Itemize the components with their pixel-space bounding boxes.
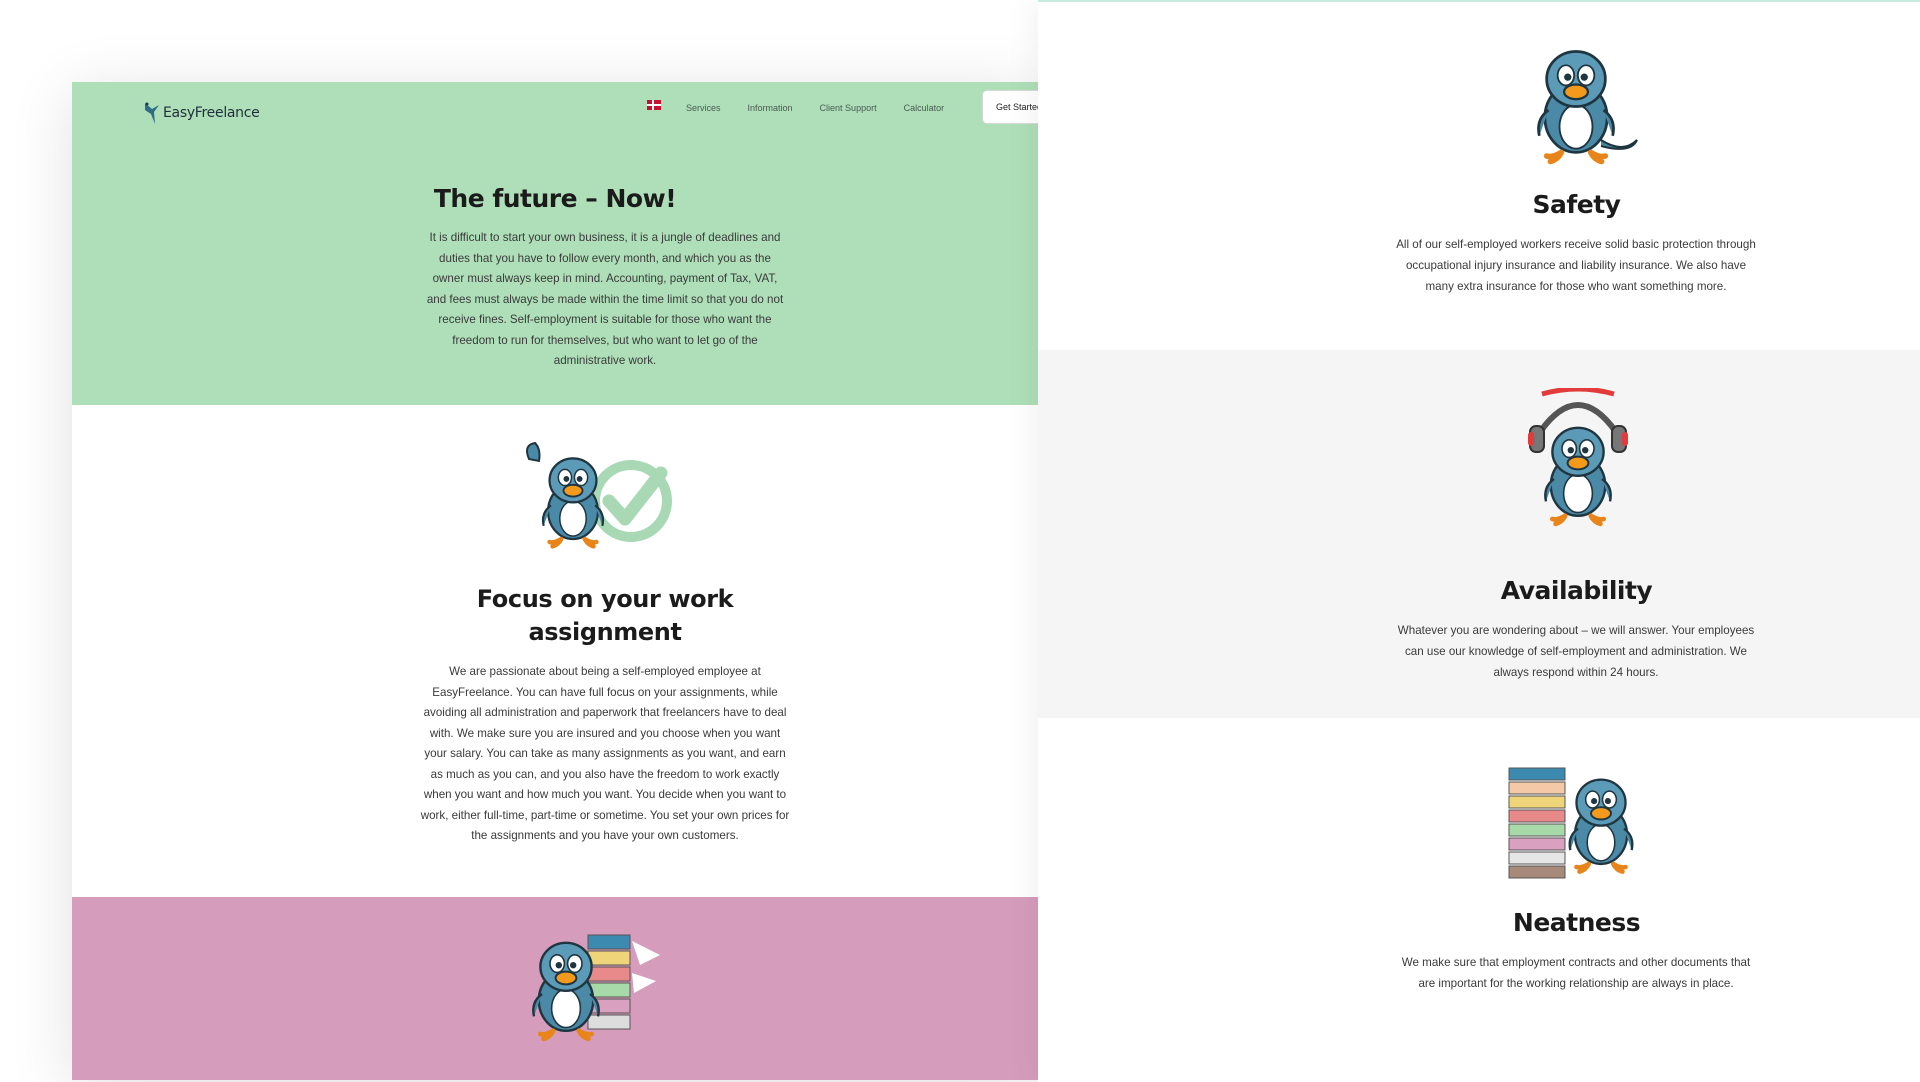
neatness-text: We make sure that employment contracts a… xyxy=(1401,956,1751,990)
bird-thumbs-up-illustration xyxy=(526,441,672,561)
safety-text: All of our self-employed workers receive… xyxy=(1396,238,1756,293)
get-started-button[interactable]: Get Started xyxy=(982,90,1038,124)
logo-text: EasyFreelance xyxy=(163,105,260,121)
binders-icon xyxy=(1508,767,1566,879)
focus-title: Focus on your work assignment xyxy=(476,585,734,646)
neatness-section: Neatness We make sure that employment co… xyxy=(1038,718,1920,1082)
pink-section xyxy=(72,897,1038,1080)
neatness-title: Neatness xyxy=(1512,908,1641,937)
left-page-preview: EasyFreelance Services Information Clien… xyxy=(72,82,1038,1080)
safety-section: Safety All of our self-employed workers … xyxy=(1038,2,1920,350)
headset-bird-illustration xyxy=(1528,388,1628,556)
hero-text: It is difficult to start your own busine… xyxy=(426,231,784,367)
nav-item-client-support[interactable]: Client Support xyxy=(820,103,877,113)
right-page-preview: Safety All of our self-employed workers … xyxy=(1038,0,1920,1082)
safety-title: Safety xyxy=(1532,190,1621,219)
focus-text: We are passionate about being a self-emp… xyxy=(420,665,790,842)
hero-title: The future – Now! xyxy=(433,184,677,213)
danish-flag-icon[interactable] xyxy=(647,100,661,110)
availability-section: Availability Whatever you are wondering … xyxy=(1038,350,1920,718)
focus-section: Focus on your work assignment We are pas… xyxy=(72,405,1038,880)
logo-bird-icon xyxy=(145,102,159,124)
bird-with-folders-illustration xyxy=(1508,767,1653,879)
nav-item-calculator[interactable]: Calculator xyxy=(904,103,945,113)
site-logo[interactable]: EasyFreelance xyxy=(143,98,260,128)
nav-item-information[interactable]: Information xyxy=(748,103,793,113)
hero-section: EasyFreelance Services Information Clien… xyxy=(72,82,1038,405)
nav-item-services[interactable]: Services xyxy=(686,103,721,113)
availability-text: Whatever you are wondering about – we wi… xyxy=(1397,624,1755,679)
checkmark-icon xyxy=(590,460,672,542)
availability-title: Availability xyxy=(1500,576,1653,605)
bird-with-binders-illustration xyxy=(508,934,660,1057)
sitting-bird-illustration xyxy=(1513,36,1638,168)
main-nav: Services Information Client Support Calc… xyxy=(647,98,971,118)
